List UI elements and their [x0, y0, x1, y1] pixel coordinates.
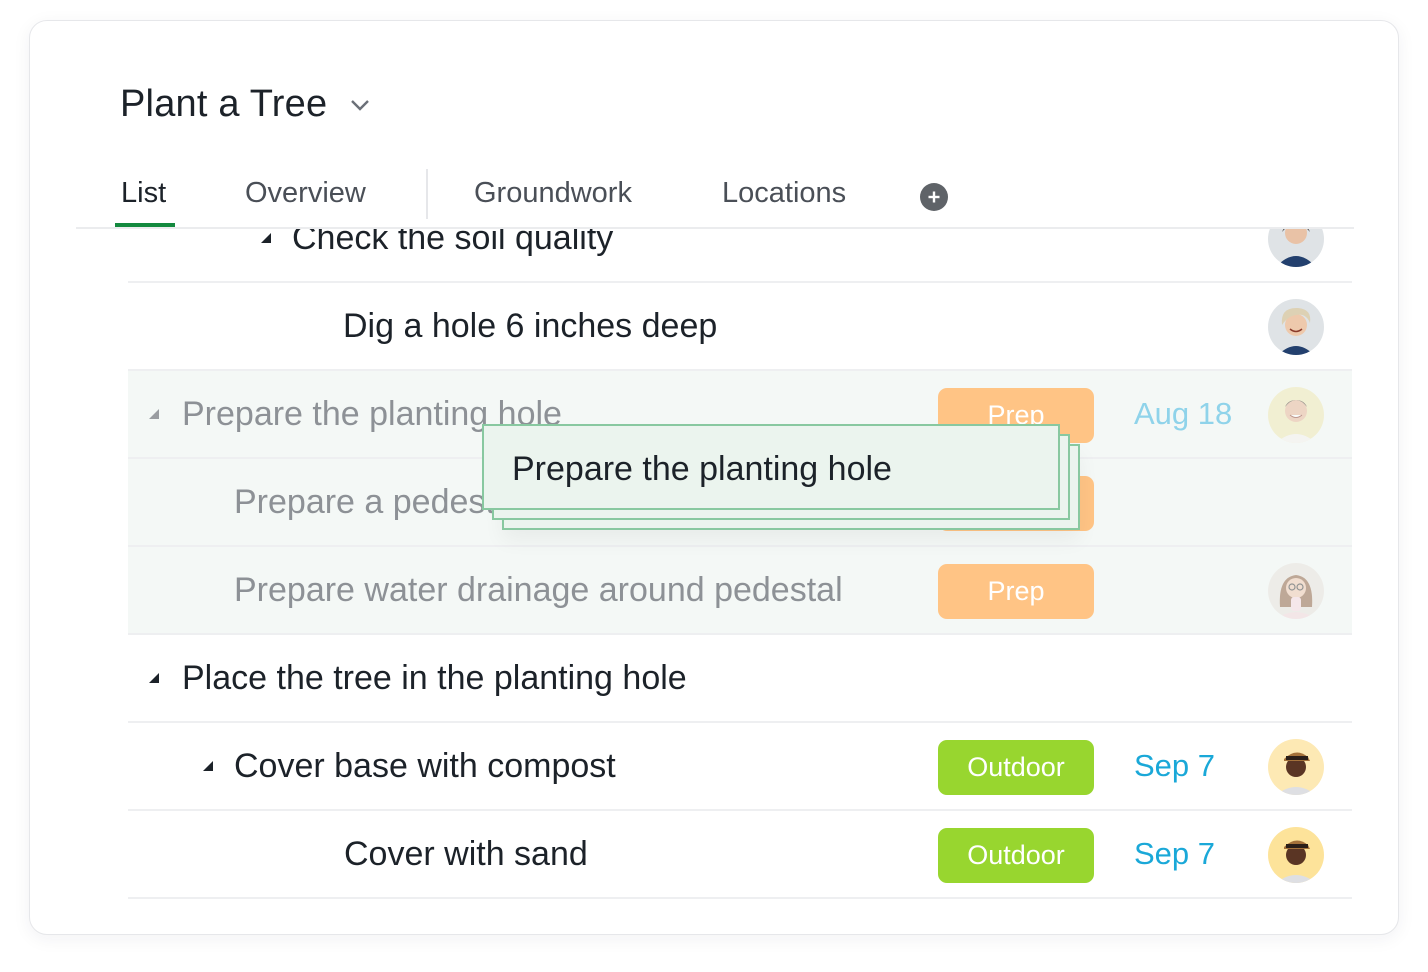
avatar[interactable]	[1268, 229, 1324, 267]
tab-bar: List Overview Groundwork Locations	[76, 169, 1354, 229]
tag-badge[interactable]: Prep	[938, 564, 1094, 619]
tab-locations[interactable]: Locations	[722, 177, 846, 210]
task-title: Prepare water drainage around pedestal	[234, 570, 843, 609]
tab-overview[interactable]: Overview	[245, 177, 366, 210]
task-row[interactable]: Cover with sand Outdoor Sep 7	[128, 811, 1352, 899]
avatar[interactable]	[1268, 387, 1324, 443]
tag-badge[interactable]: Outdoor	[938, 828, 1094, 883]
due-date[interactable]: Aug 18	[1134, 371, 1232, 457]
tab-list[interactable]: List	[121, 177, 166, 210]
project-header: Plant a Tree	[120, 83, 371, 126]
tag-badge[interactable]: Outdoor	[938, 740, 1094, 795]
avatar[interactable]	[1268, 827, 1324, 883]
caret-expanded-icon[interactable]	[148, 635, 160, 721]
caret-expanded-icon[interactable]	[202, 723, 214, 809]
avatar[interactable]	[1268, 739, 1324, 795]
task-title: Check the soil quality	[292, 229, 614, 257]
due-date[interactable]: Sep 7	[1134, 811, 1215, 897]
task-title: Cover base with compost	[234, 746, 616, 785]
active-tab-indicator	[115, 223, 175, 227]
ghost-card: Prepare the planting hole	[482, 424, 1060, 510]
task-row[interactable]: Place the tree in the planting hole	[128, 635, 1352, 723]
plus-circle-icon[interactable]	[920, 183, 948, 211]
due-date[interactable]: Sep 7	[1134, 723, 1215, 809]
task-row[interactable]: Check the soil quality	[128, 229, 1352, 283]
chevron-down-icon[interactable]	[349, 94, 371, 116]
avatar[interactable]	[1268, 563, 1324, 619]
task-list: Check the soil quality Dig a hole 6 inch…	[128, 229, 1352, 929]
task-row[interactable]: Dig a hole 6 inches deep	[128, 283, 1352, 371]
task-title: Cover with sand	[344, 834, 588, 873]
project-title: Plant a Tree	[120, 83, 328, 125]
task-title: Prepare a pedestal	[234, 482, 522, 521]
task-title: Place the tree in the planting hole	[182, 658, 687, 697]
caret-expanded-icon[interactable]	[260, 229, 272, 281]
avatar[interactable]	[1268, 299, 1324, 355]
tab-groundwork[interactable]: Groundwork	[474, 177, 632, 210]
ghost-title: Prepare the planting hole	[512, 449, 892, 488]
caret-expanded-icon[interactable]	[148, 371, 160, 457]
task-row[interactable]: Prepare water drainage around pedestal P…	[128, 547, 1352, 635]
task-row[interactable]: Cover base with compost Outdoor Sep 7	[128, 723, 1352, 811]
task-title: Dig a hole 6 inches deep	[343, 306, 718, 345]
tab-divider	[426, 169, 428, 219]
